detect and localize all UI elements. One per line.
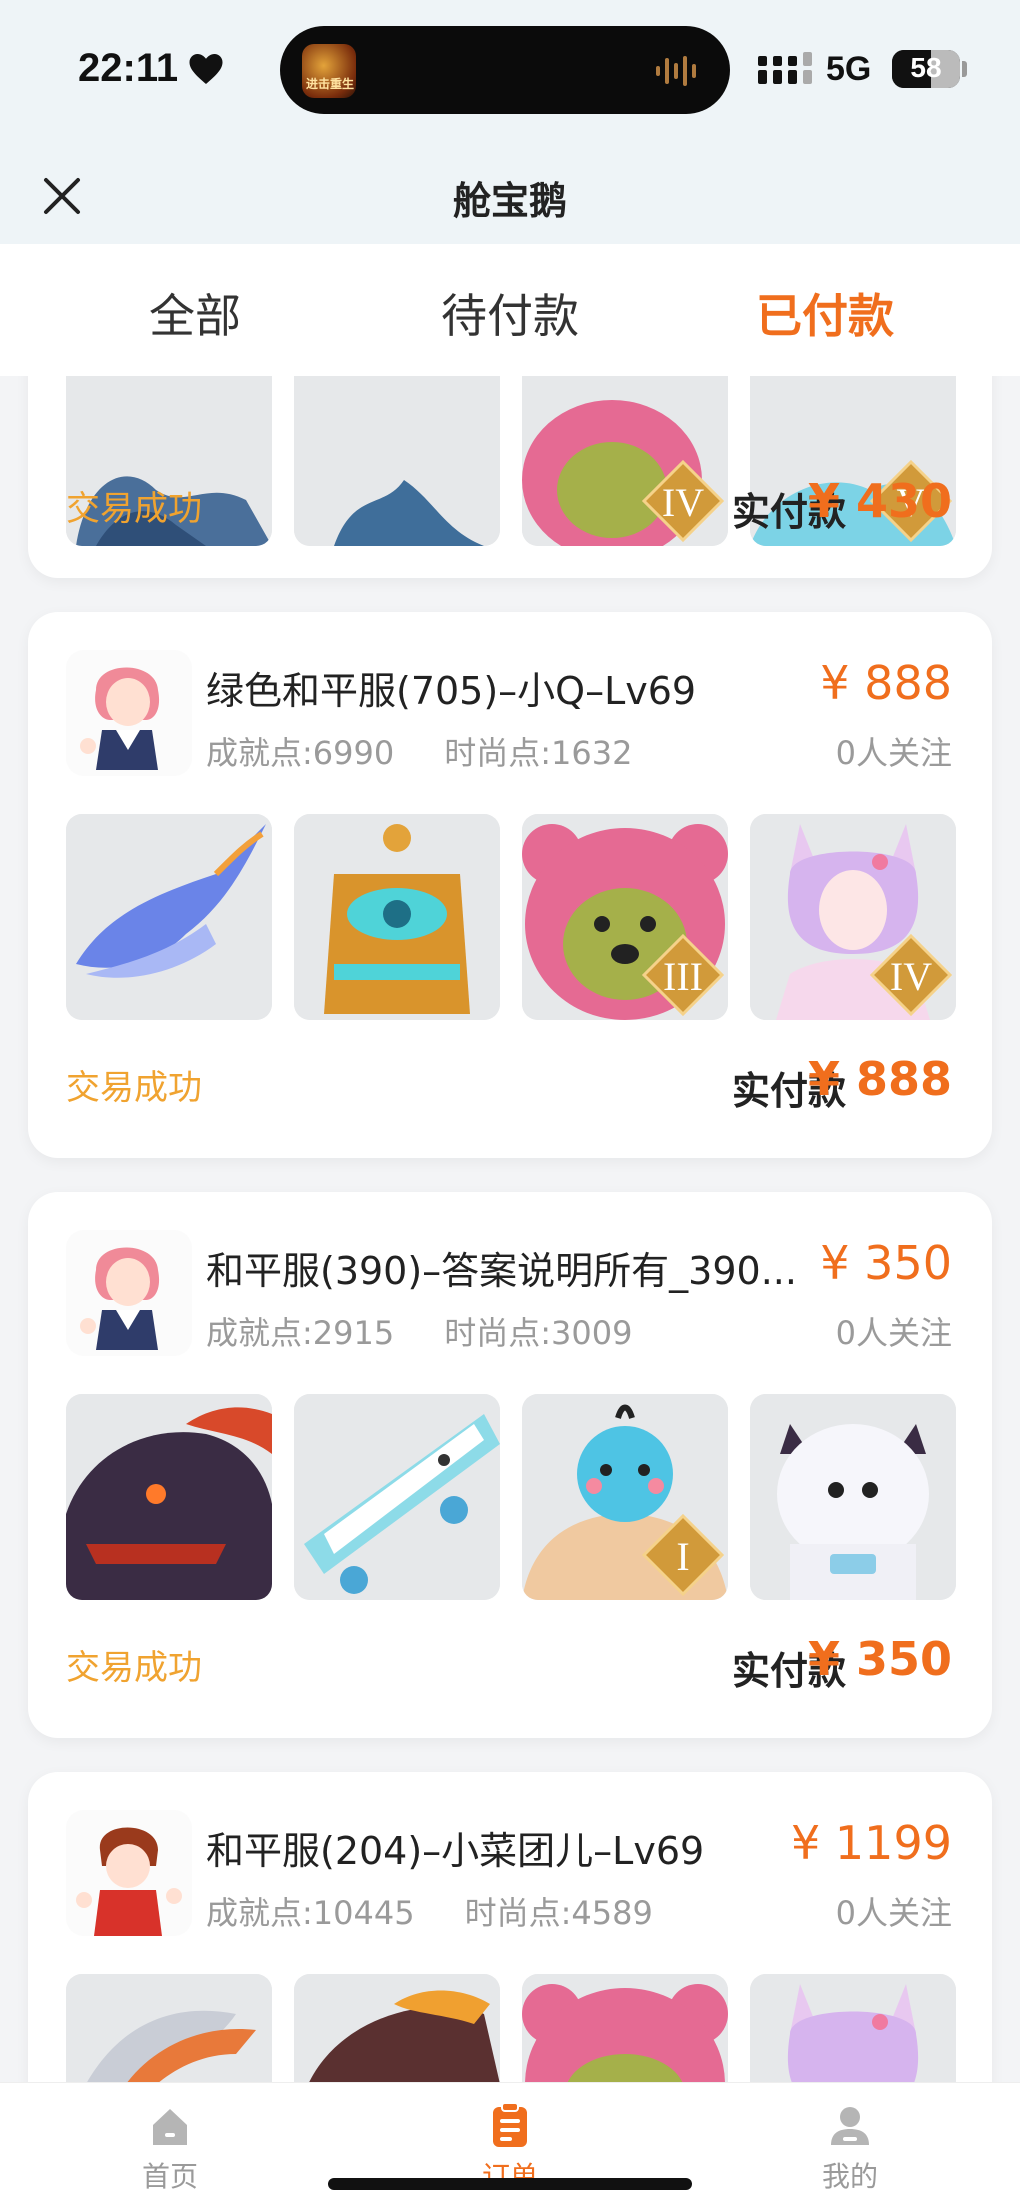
audio-wave-icon	[656, 56, 696, 86]
rank-text: IV	[890, 954, 932, 999]
status-bar: 22:11 进击重生 5G 58	[0, 0, 1020, 152]
item-thumbnails: III IV	[66, 814, 956, 1020]
item-thumb-bear-skateboard[interactable]	[294, 1394, 500, 1600]
rank-badge-icon: IV	[869, 933, 953, 1017]
item-thumb-white-dragon[interactable]	[66, 1974, 272, 2082]
island-app-text: 进击重生	[306, 77, 355, 91]
tabbar-label: 首页	[141, 2160, 198, 2193]
order-title: 和平服(390)–答案说明所有_390...	[206, 1249, 797, 1293]
item-thumbnails: I	[66, 1394, 956, 1600]
order-stats: 成就点:6990 时尚点:1632	[206, 728, 632, 774]
tab-pending-payment[interactable]: 待付款	[360, 280, 660, 346]
item-thumb-dark-dragon[interactable]	[66, 1394, 272, 1600]
item-thumbnails	[66, 1974, 956, 2082]
tabbar-label: 我的	[821, 2160, 878, 2193]
paid-amount: ¥ 430	[807, 474, 952, 528]
order-icon	[493, 2102, 527, 2147]
order-status: 交易成功	[66, 1648, 202, 1688]
follower-count: 0人关注	[835, 1894, 952, 1932]
account-avatar	[66, 650, 192, 776]
achievement-points: 成就点:2915	[206, 1314, 395, 1352]
dynamic-island[interactable]: 进击重生	[280, 26, 730, 114]
achievement-points: 成就点:6990	[206, 734, 395, 772]
order-tabs: 全部 待付款 已付款	[0, 244, 1020, 376]
follower-count: 0人关注	[835, 734, 952, 772]
item-thumb-fire-dragon[interactable]	[294, 1974, 500, 2082]
item-thumb-astronaut-cow[interactable]	[750, 1394, 956, 1600]
order-price: ¥ 350	[820, 1236, 952, 1290]
account-avatar	[66, 1810, 192, 1936]
astronaut-cow-image	[750, 1394, 956, 1600]
item-thumb-pink-bear[interactable]	[522, 1974, 728, 2082]
ice-dragon-image	[66, 814, 272, 1020]
order-status: 交易成功	[66, 489, 202, 529]
rank-badge-icon: III	[641, 933, 725, 1017]
blue-dragon-tail-image	[294, 376, 500, 546]
profile-icon	[831, 2107, 869, 2145]
paid-amount: ¥ 350	[807, 1632, 952, 1686]
page-title: 舱宝鹅	[452, 179, 567, 223]
boy-character-image	[66, 1810, 192, 1936]
order-price: ¥ 1199	[791, 1816, 952, 1870]
girl-character-image	[66, 650, 192, 776]
status-time: 22:11	[78, 46, 179, 90]
tabbar-profile[interactable]: 我的	[780, 2101, 920, 2195]
girl-character-image	[66, 1230, 192, 1356]
order-title: 和平服(204)–小菜团儿–Lv69	[206, 1829, 705, 1873]
item-thumb-ice-dragon[interactable]	[66, 814, 272, 1020]
pink-bear-image	[522, 1974, 728, 2082]
battery-icon: 58	[892, 50, 960, 88]
achievement-points: 成就点:10445	[206, 1894, 415, 1932]
item-thumb-fox-girl[interactable]: IV	[750, 814, 956, 1020]
fashion-points: 时尚点:3009	[444, 1314, 633, 1352]
follower-count: 0人关注	[835, 1314, 952, 1352]
rank-badge-icon: IV	[641, 459, 725, 543]
order-status: 交易成功	[66, 1068, 202, 1108]
tabbar-home[interactable]: 首页	[100, 2101, 240, 2195]
order-title: 绿色和平服(705)–小Q–Lv69	[206, 669, 697, 713]
dark-dragon-image	[66, 1394, 272, 1600]
item-thumb-fox-girl[interactable]	[750, 1974, 956, 2082]
account-avatar	[66, 1230, 192, 1356]
rank-text: I	[676, 1534, 689, 1579]
order-stats: 成就点:2915 时尚点:3009	[206, 1308, 632, 1354]
fire-dragon-image	[294, 1974, 500, 2082]
item-thumb-blue-dragon-tail[interactable]	[294, 376, 500, 546]
tab-all[interactable]: 全部	[45, 280, 345, 346]
rank-text: III	[663, 954, 703, 999]
golden-throne-image	[294, 814, 500, 1020]
order-price: ¥ 888	[820, 656, 952, 710]
item-thumb-pink-bear[interactable]: IV	[522, 376, 728, 546]
battery-level: 58	[910, 52, 942, 83]
item-thumb-pink-bear[interactable]: III	[522, 814, 728, 1020]
rank-text: IV	[662, 480, 704, 525]
home-indicator[interactable]	[328, 2178, 692, 2190]
order-stats: 成就点:10445 时尚点:4589	[206, 1888, 653, 1934]
battery-cap	[962, 61, 967, 77]
tab-paid[interactable]: 已付款	[675, 280, 975, 346]
fashion-points: 时尚点:4589	[464, 1894, 653, 1932]
item-thumb-golden-throne[interactable]	[294, 814, 500, 1020]
order-list[interactable]: IV V 交易成功 实付款 ¥ 430 绿色和平服(705)–小Q–Lv69 成…	[0, 376, 1020, 2082]
nav-bar: 舱宝鹅	[0, 152, 1020, 244]
bottom-tab-bar: 首页 订单 我的	[0, 2082, 1020, 2211]
rank-badge-icon: I	[641, 1513, 725, 1597]
game-app-icon[interactable]: 进击重生	[302, 44, 356, 98]
cellular-signal-icon	[758, 52, 812, 84]
item-thumb-bird-muscle[interactable]: I	[522, 1394, 728, 1600]
order-card[interactable]: IV V 交易成功 实付款 ¥ 430	[28, 376, 992, 578]
network-type: 5G	[826, 50, 872, 88]
heart-icon	[189, 54, 223, 84]
fashion-points: 时尚点:1632	[444, 734, 633, 772]
home-icon	[153, 2109, 187, 2145]
order-card[interactable]: 和平服(204)–小菜团儿–Lv69 成就点:10445 时尚点:4589 ¥ 1…	[28, 1772, 992, 2082]
bear-skateboard-image	[294, 1394, 500, 1600]
order-card[interactable]: 和平服(390)–答案说明所有_390... 成就点:2915 时尚点:3009 …	[28, 1192, 992, 1738]
fox-girl-image	[750, 1974, 956, 2082]
paid-amount: ¥ 888	[807, 1052, 952, 1106]
white-dragon-image	[66, 1974, 272, 2082]
order-card[interactable]: 绿色和平服(705)–小Q–Lv69 成就点:6990 时尚点:1632 ¥ 88…	[28, 612, 992, 1158]
